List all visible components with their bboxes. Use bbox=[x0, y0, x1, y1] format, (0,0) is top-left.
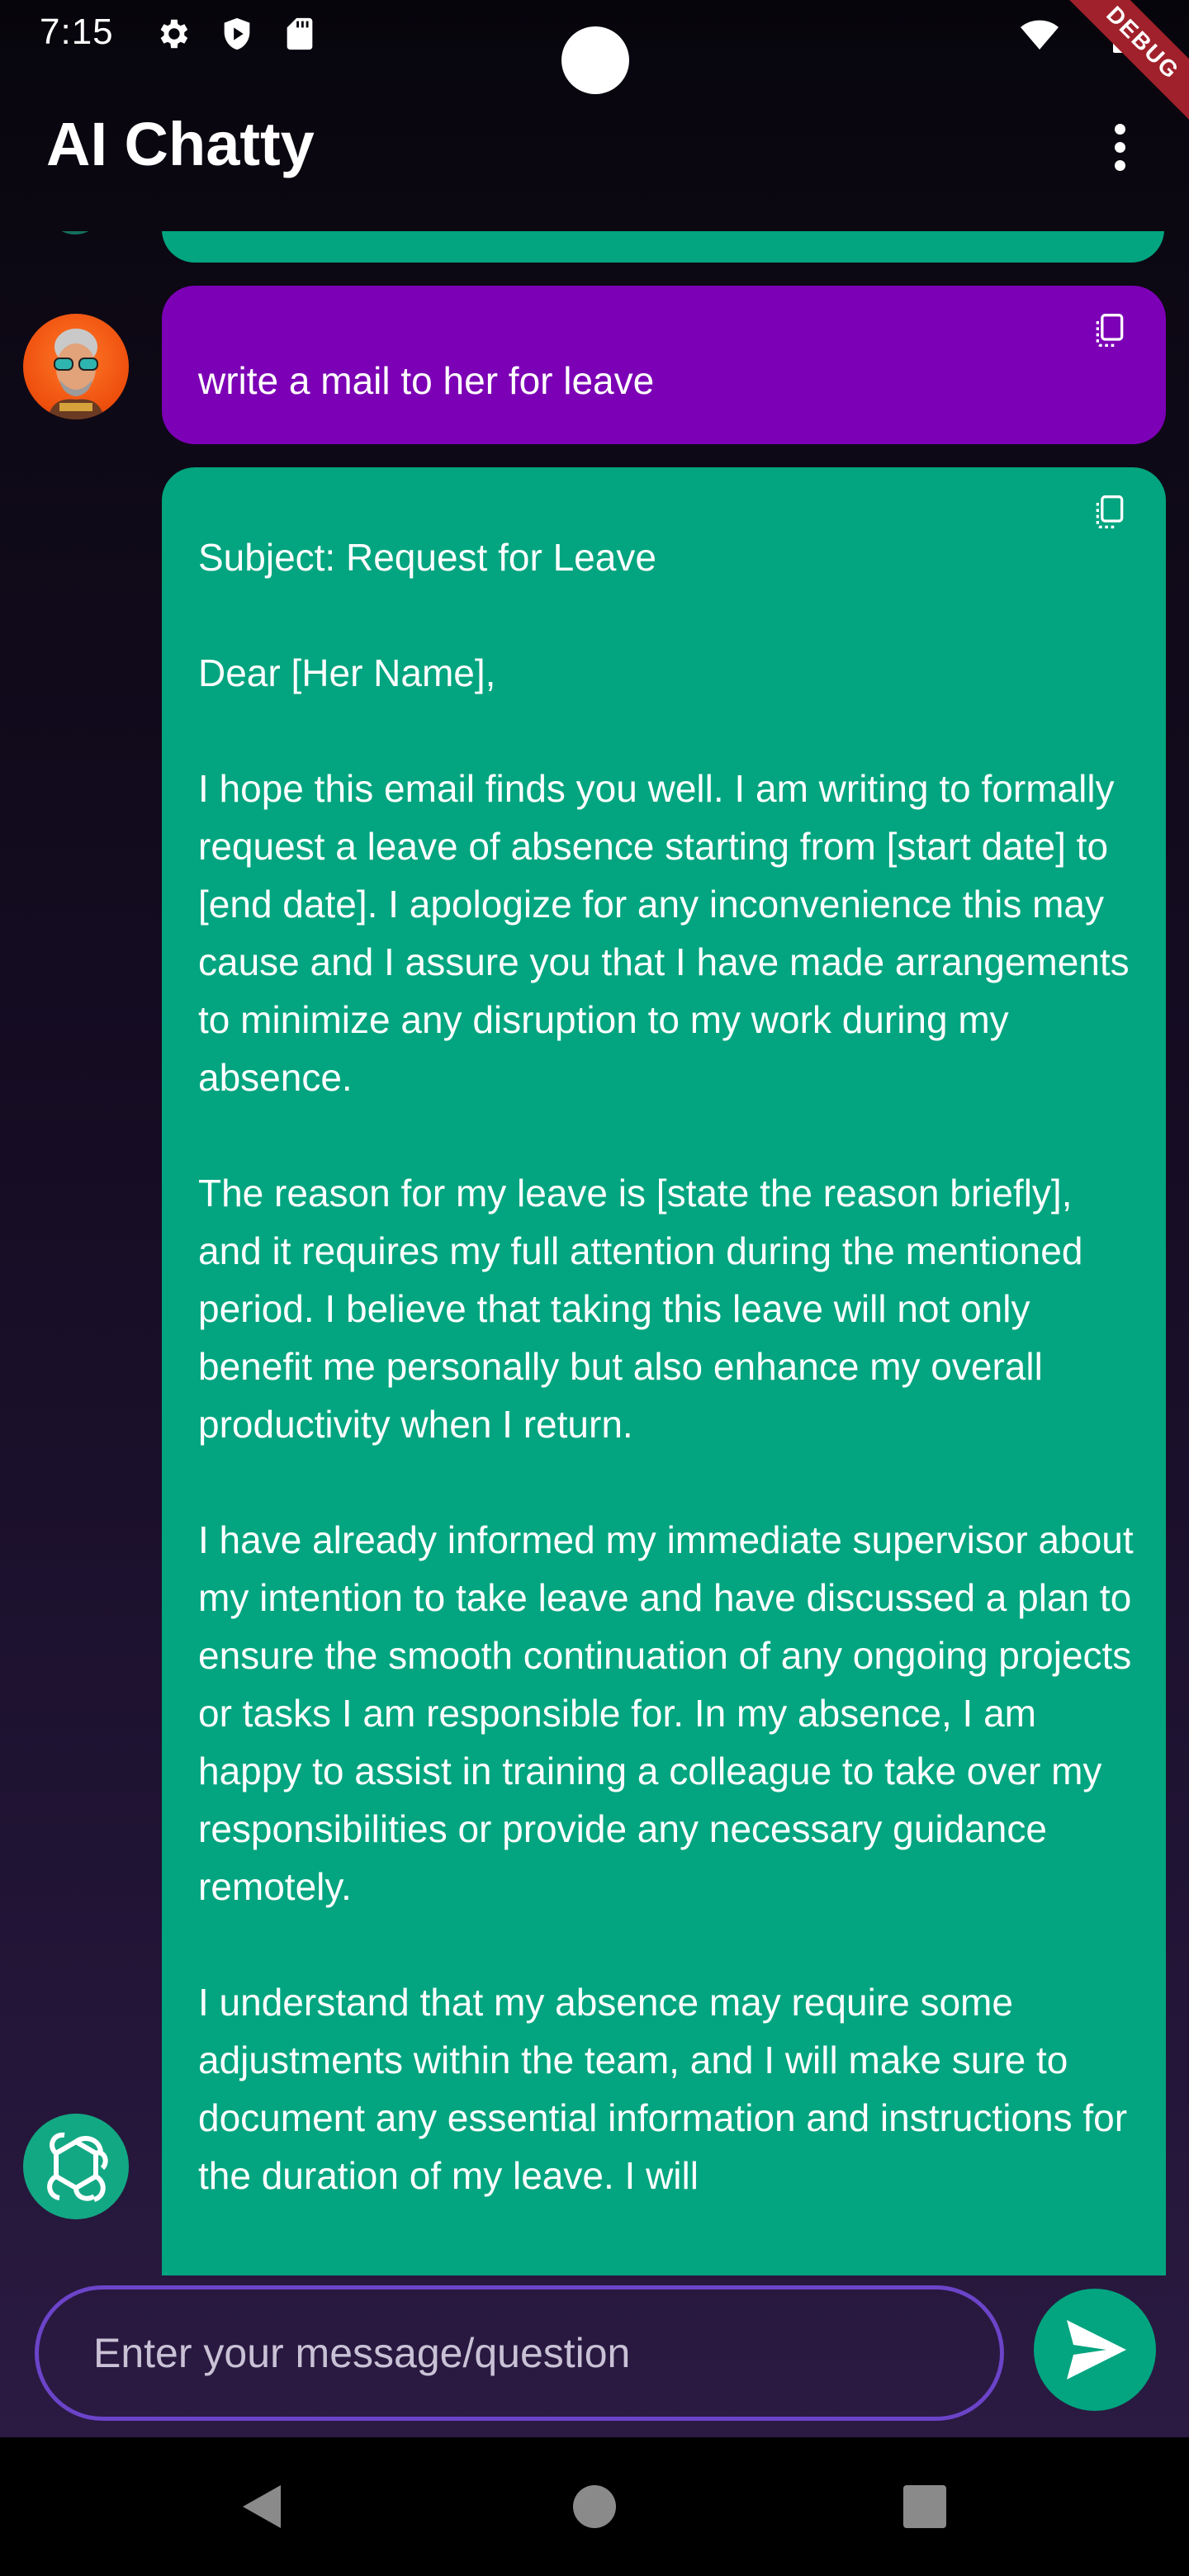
wifi-icon bbox=[1021, 20, 1059, 50]
openai-logo-icon bbox=[47, 2132, 108, 2202]
shield-play-icon bbox=[224, 17, 250, 50]
assistant-message-bubble[interactable]: Subject: Request for Leave Dear [Her Nam… bbox=[162, 467, 1166, 2275]
system-nav-bar bbox=[0, 2437, 1189, 2576]
assistant-avatar bbox=[23, 2114, 129, 2219]
app-title: AI Chatty bbox=[46, 110, 315, 178]
chat-screen: 7:15 DEBUG AI Chatty write a mail to her… bbox=[0, 0, 1189, 2576]
user-avatar bbox=[23, 314, 129, 419]
status-time: 7:15 bbox=[40, 12, 114, 52]
user-message-text: write a mail to her for leave bbox=[198, 359, 655, 402]
previous-avatar bbox=[46, 231, 104, 234]
composer bbox=[0, 2275, 1189, 2437]
app-bar: AI Chatty bbox=[0, 74, 1189, 231]
send-icon bbox=[1067, 2320, 1126, 2379]
message-input[interactable] bbox=[35, 2285, 1004, 2421]
copy-icon[interactable] bbox=[1092, 310, 1128, 350]
back-icon[interactable] bbox=[231, 2474, 297, 2540]
more-vert-icon bbox=[1115, 124, 1125, 135]
gear-icon bbox=[160, 19, 188, 49]
status-bar: 7:15 DEBUG bbox=[0, 0, 1189, 129]
recents-icon[interactable] bbox=[892, 2474, 958, 2540]
copy-icon[interactable] bbox=[1092, 492, 1128, 532]
assistant-message-text: Subject: Request for Leave Dear [Her Nam… bbox=[198, 536, 1134, 2197]
more-options-button[interactable] bbox=[1093, 121, 1146, 173]
sd-card-icon bbox=[287, 17, 313, 50]
more-vert-icon-dot bbox=[1115, 160, 1125, 171]
chat-list[interactable]: write a mail to her for leave Subject: R… bbox=[0, 231, 1189, 2275]
more-vert-icon-dot bbox=[1115, 142, 1125, 153]
send-button[interactable] bbox=[1034, 2289, 1156, 2411]
previous-message-bubble bbox=[162, 231, 1164, 263]
home-icon[interactable] bbox=[561, 2474, 628, 2540]
user-avatar-illustration bbox=[48, 329, 104, 419]
user-message-bubble[interactable]: write a mail to her for leave bbox=[162, 286, 1166, 444]
